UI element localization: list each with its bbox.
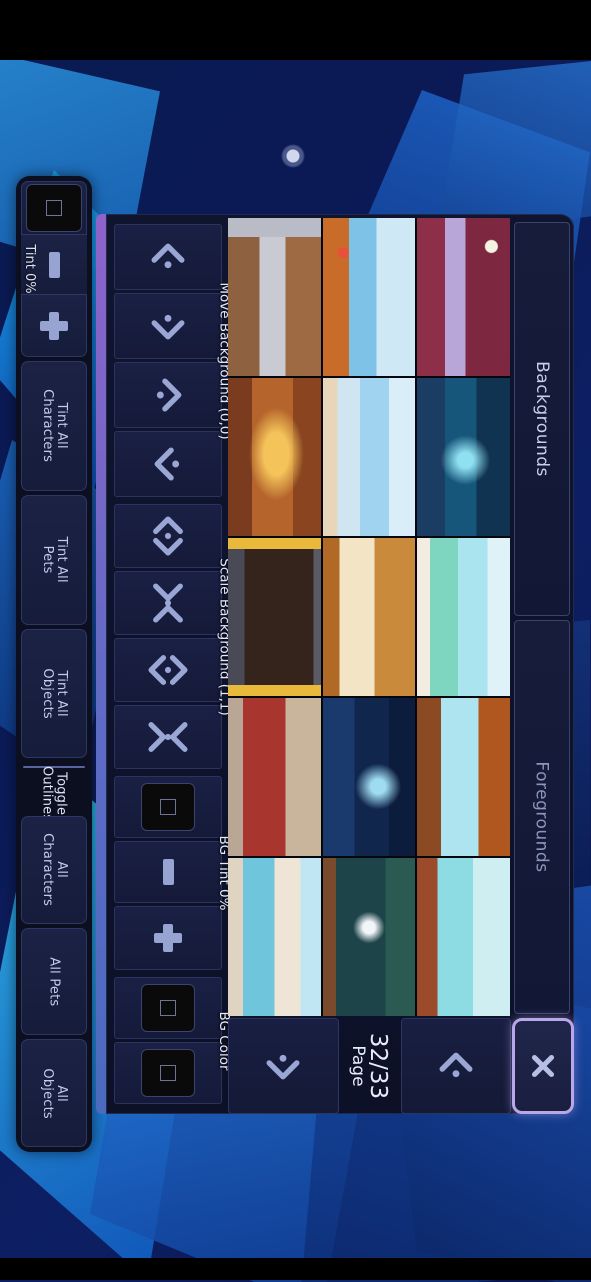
chevron-right-icon — [156, 378, 182, 412]
background-controls-column: Move Background (0,0) Scale Background (… — [112, 222, 232, 1106]
thumb-moonlit-graveyard[interactable] — [322, 858, 416, 1016]
bg-color-swatch-2-button[interactable] — [114, 1042, 222, 1104]
group-gap — [114, 500, 222, 501]
bg-color-swatch-1-button[interactable] — [114, 977, 222, 1039]
color-swatch — [141, 1049, 195, 1097]
thumb-dark-warehouse-floor[interactable] — [228, 538, 321, 696]
wallpaper-shard — [436, 60, 591, 240]
toggle-outlines-line2: Outlines — [40, 766, 55, 822]
page-navigation-bar: 32/33 Page — [228, 1018, 511, 1114]
move-left-button[interactable] — [114, 431, 222, 497]
tint-all-pets-line1: Tint All — [53, 536, 69, 583]
expand-vertical-icon — [153, 516, 183, 556]
minus-icon — [48, 251, 60, 278]
page-value: 32/33 — [365, 1032, 392, 1100]
scale-expand-horizontal-button[interactable] — [114, 638, 222, 702]
thumb-library-red-bed[interactable] — [228, 218, 321, 376]
move-up-button[interactable] — [114, 224, 222, 290]
group-gap — [114, 772, 222, 773]
plus-icon — [39, 311, 69, 341]
bg-tint-increase-button[interactable] — [114, 906, 222, 970]
shrink-vertical-icon — [153, 583, 183, 623]
thumb-seaside-park-picnic[interactable] — [417, 538, 510, 696]
chevron-down-icon — [266, 1054, 300, 1080]
tint-all-objects-line1: Tint All — [53, 670, 69, 717]
thumb-riverside-bamboo-bridge[interactable] — [417, 858, 510, 1016]
thumb-night-harbor-pier[interactable] — [417, 378, 510, 536]
background-thumbnail-grid — [228, 218, 510, 1016]
scale-expand-vertical-button[interactable] — [114, 504, 222, 568]
chevron-down-icon — [151, 314, 185, 340]
tint-toolbar: Tint 0% Tint All Characters Tint All Pet… — [16, 176, 92, 1152]
move-background-group: Move Background (0,0) — [114, 224, 232, 497]
bg-tint-group: BG Tint 0% — [114, 776, 232, 970]
letterbox-top — [0, 0, 591, 60]
scale-background-group: Scale Background (1,1) — [114, 504, 232, 769]
shrink-horizontal-icon — [148, 722, 188, 752]
thumb-ocean-clouds-day[interactable] — [322, 378, 416, 536]
thumb-pirate-ship-deck[interactable] — [417, 698, 510, 856]
toggle-all-characters-button[interactable]: All Characters — [21, 815, 87, 924]
expand-horizontal-icon — [148, 655, 188, 685]
toggle-outlines-header: Toggle Outlines — [21, 766, 87, 821]
toggle-outlines-line1: Toggle — [53, 772, 69, 816]
thumb-theatre-stage-crimson[interactable] — [417, 218, 510, 376]
group-gap — [114, 973, 222, 974]
move-down-button[interactable] — [114, 293, 222, 359]
thumb-red-brick-station[interactable] — [228, 698, 321, 856]
letterbox-bottom — [0, 1258, 591, 1280]
minus-icon — [162, 859, 174, 885]
close-x-icon — [531, 1054, 555, 1078]
move-right-button[interactable] — [114, 362, 222, 428]
toggle-all-characters-line2: Characters — [40, 833, 55, 907]
toggle-all-objects-line1: All — [53, 1084, 69, 1102]
tint-all-characters-button[interactable]: Tint All Characters — [21, 361, 87, 491]
toggle-all-objects-line2: Objects — [39, 1067, 55, 1119]
bg-tint-color-swatch-button[interactable] — [114, 776, 222, 838]
color-swatch — [26, 184, 82, 232]
color-swatch — [141, 783, 195, 831]
tint-all-pets-button[interactable]: Tint All Pets — [21, 494, 87, 625]
toggle-all-characters-line1: All — [53, 861, 69, 879]
tab-foregrounds[interactable]: Foregrounds — [514, 620, 570, 1014]
tint-decrease-button[interactable] — [21, 235, 87, 295]
chevron-left-icon — [154, 447, 180, 481]
bg-color-group: BG Color — [114, 977, 232, 1104]
tint-all-objects-line2: Objects — [39, 668, 55, 719]
tab-foregrounds-label: Foregrounds — [532, 761, 552, 873]
thumb-ship-deck-sea[interactable] — [322, 218, 416, 376]
tab-backgrounds[interactable]: Backgrounds — [514, 222, 570, 616]
tint-all-objects-button[interactable]: Tint All Objects — [21, 628, 87, 759]
tint-all-characters-line1: Tint All — [53, 402, 69, 450]
toggle-all-pets-button[interactable]: All Pets — [21, 927, 87, 1036]
thumb-tavern-interior-wood[interactable] — [322, 538, 416, 696]
page-label: Page — [348, 1045, 369, 1087]
close-button[interactable] — [512, 1018, 574, 1114]
page-indicator: 32/33 Page — [341, 1018, 399, 1114]
scale-shrink-horizontal-button[interactable] — [114, 705, 222, 769]
page-prev-button[interactable] — [228, 1018, 339, 1114]
thumb-poolside-resort[interactable] — [228, 858, 321, 1016]
chevron-up-icon — [151, 243, 185, 269]
thumb-night-forest-lake[interactable] — [322, 698, 416, 856]
toggle-all-objects-button[interactable]: All Objects — [21, 1039, 87, 1147]
bg-tint-decrease-button[interactable] — [114, 841, 222, 903]
tint-color-swatch-button[interactable] — [21, 181, 87, 235]
dialog-accent-strip — [96, 214, 106, 1114]
chevron-up-icon — [439, 1052, 473, 1078]
plus-icon — [153, 923, 183, 953]
tint-all-pets-line2: Pets — [40, 545, 55, 574]
scale-shrink-vertical-button[interactable] — [114, 571, 222, 635]
page-next-button[interactable] — [400, 1018, 511, 1114]
tab-backgrounds-label: Backgrounds — [532, 361, 552, 477]
toggle-all-pets-line1: All Pets — [46, 956, 62, 1007]
color-swatch — [141, 984, 195, 1032]
tint-all-characters-line2: Characters — [40, 389, 55, 463]
thumb-wooden-library-attic[interactable] — [228, 378, 321, 536]
category-tab-rail: Backgrounds Foregrounds — [514, 222, 570, 1014]
tint-increase-button[interactable] — [21, 295, 87, 357]
